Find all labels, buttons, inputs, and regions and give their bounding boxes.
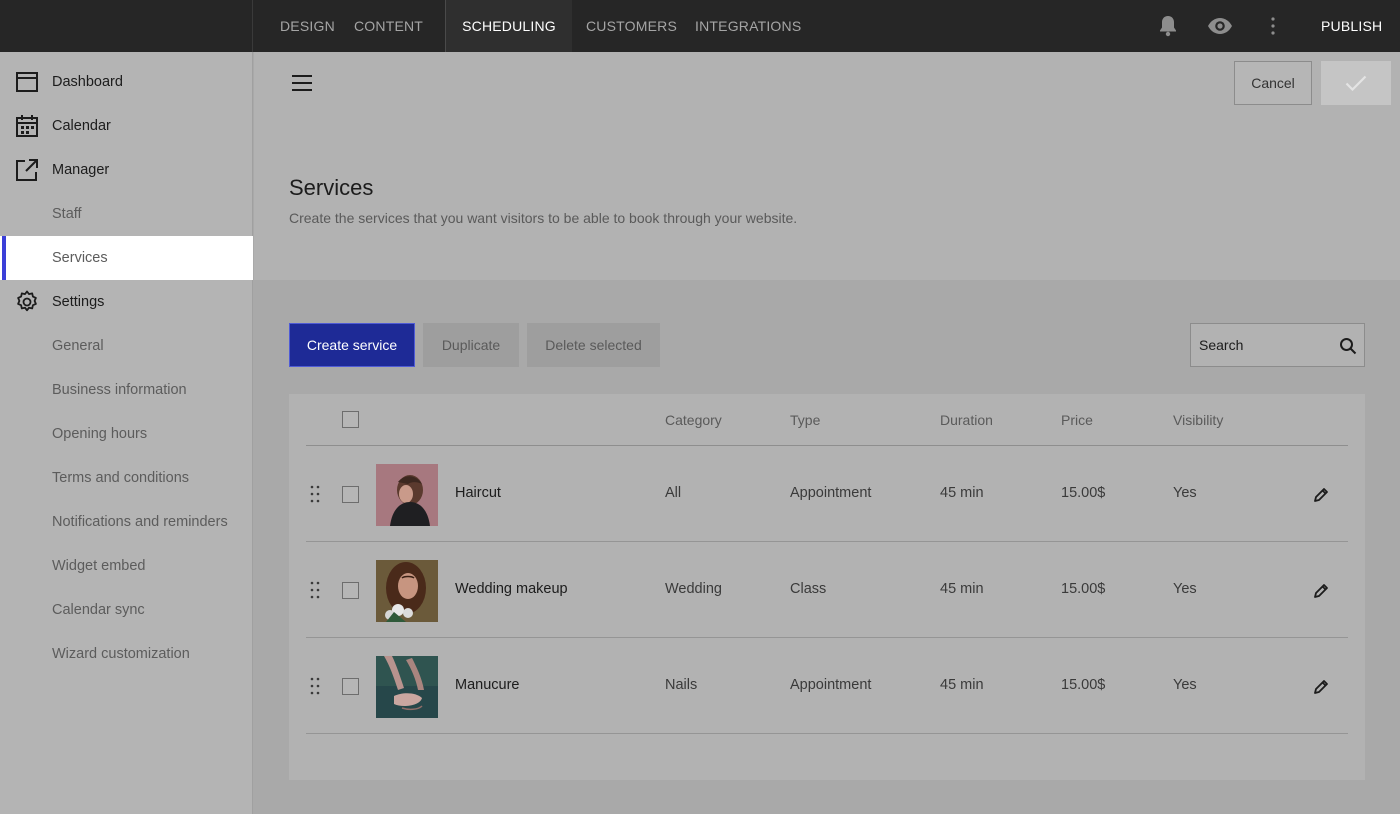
column-header-duration[interactable]: Duration (940, 412, 993, 428)
tab-content[interactable]: CONTENT (354, 0, 423, 52)
sidebar-item-label: Manager (52, 162, 110, 178)
service-name: Manucure (455, 677, 520, 693)
search-placeholder: Search (1199, 337, 1244, 353)
tab-customers[interactable]: CUSTOMERS (586, 0, 677, 52)
service-name: Haircut (455, 485, 501, 501)
menu-icon[interactable] (292, 75, 312, 91)
create-service-button[interactable]: Create service (289, 323, 415, 367)
table-row[interactable]: Wedding makeup Wedding Class 45 min 15.0… (306, 542, 1348, 638)
service-category: Wedding (665, 581, 722, 597)
row-checkbox[interactable] (342, 582, 359, 599)
sidebar-item-label: Settings (52, 294, 105, 310)
sidebar-item-services[interactable]: Services (0, 236, 253, 280)
external-link-icon (15, 158, 39, 182)
service-visibility: Yes (1173, 677, 1197, 693)
search-icon[interactable] (1339, 337, 1357, 355)
service-category: All (665, 485, 682, 501)
page-header: Cancel Services Create the services that… (254, 52, 1400, 280)
duplicate-button[interactable]: Duplicate (423, 323, 519, 367)
calendar-icon (15, 114, 39, 138)
service-price: 15.00$ (1061, 485, 1106, 501)
service-thumbnail (376, 464, 438, 526)
sidebar-item-staff[interactable]: Staff (0, 192, 253, 236)
sidebar-item-label: Business information (52, 382, 187, 398)
page-title: Services (289, 175, 374, 200)
service-type: Class (790, 581, 827, 597)
column-header-type[interactable]: Type (790, 412, 820, 428)
sidebar-item-dashboard[interactable]: Dashboard (0, 60, 253, 104)
column-header-category[interactable]: Category (665, 412, 722, 428)
sidebar-item-label: Opening hours (52, 426, 148, 442)
sidebar-item-label: Notifications and reminders (52, 514, 228, 530)
service-duration: 45 min (940, 485, 984, 501)
row-checkbox[interactable] (342, 486, 359, 503)
drag-handle-icon[interactable] (310, 485, 320, 503)
gear-icon (15, 290, 39, 314)
service-thumbnail (376, 656, 438, 718)
sidebar: Dashboard Calendar Manager Staff Service… (0, 52, 253, 814)
tab-integrations[interactable]: INTEGRATIONS (695, 0, 801, 52)
sidebar-item-terms[interactable]: Terms and conditions (0, 456, 253, 500)
checkmark-icon (1345, 75, 1367, 91)
services-table: Category Type Duration Price Visibility … (289, 394, 1365, 780)
drag-handle-icon[interactable] (310, 677, 320, 695)
sidebar-item-manager[interactable]: Manager (0, 148, 253, 192)
eye-icon[interactable] (1206, 12, 1234, 40)
drag-handle-icon[interactable] (310, 581, 320, 599)
service-price: 15.00$ (1061, 677, 1106, 693)
service-duration: 45 min (940, 581, 984, 597)
delete-selected-button[interactable]: Delete selected (527, 323, 660, 367)
sidebar-item-calendar[interactable]: Calendar (0, 104, 253, 148)
edit-pencil-icon[interactable] (1312, 582, 1330, 600)
main-content: Create service Duplicate Delete selected… (254, 280, 1400, 814)
publish-button[interactable]: PUBLISH (1321, 0, 1382, 52)
confirm-button[interactable] (1321, 61, 1391, 105)
sidebar-item-settings[interactable]: Settings (0, 280, 253, 324)
service-type: Appointment (790, 485, 872, 501)
column-header-price[interactable]: Price (1061, 412, 1093, 428)
sidebar-item-notifications[interactable]: Notifications and reminders (0, 500, 253, 544)
service-thumbnail (376, 560, 438, 622)
table-row[interactable]: Haircut All Appointment 45 min 15.00$ Ye… (306, 446, 1348, 542)
page-subtitle: Create the services that you want visito… (289, 210, 798, 226)
service-price: 15.00$ (1061, 581, 1106, 597)
tab-design[interactable]: DESIGN (280, 0, 335, 52)
more-vertical-icon[interactable] (1259, 12, 1287, 40)
sidebar-item-label: Calendar (52, 118, 111, 134)
search-input[interactable]: Search (1190, 323, 1365, 367)
sidebar-item-general[interactable]: General (0, 324, 253, 368)
sidebar-item-label: Calendar sync (52, 602, 145, 618)
sidebar-item-label: Terms and conditions (52, 470, 190, 486)
sidebar-item-label: Dashboard (52, 74, 123, 90)
service-visibility: Yes (1173, 581, 1197, 597)
sidebar-item-wizard-customization[interactable]: Wizard customization (0, 632, 253, 676)
sidebar-item-widget-embed[interactable]: Widget embed (0, 544, 253, 588)
service-duration: 45 min (940, 677, 984, 693)
edit-pencil-icon[interactable] (1312, 486, 1330, 504)
sidebar-item-label: Staff (52, 206, 82, 222)
top-navigation-bar: DESIGN CONTENT SCHEDULING CUSTOMERS INTE… (0, 0, 1400, 52)
sidebar-item-label: General (52, 338, 104, 354)
logo-area (0, 0, 253, 52)
sidebar-item-business-information[interactable]: Business information (0, 368, 253, 412)
dashboard-icon (15, 70, 39, 94)
bell-icon[interactable] (1154, 12, 1182, 40)
table-header: Category Type Duration Price Visibility (306, 394, 1348, 446)
tab-scheduling[interactable]: SCHEDULING (446, 0, 572, 52)
select-all-checkbox[interactable] (342, 411, 359, 428)
cancel-button[interactable]: Cancel (1234, 61, 1312, 105)
table-row[interactable]: Manucure Nails Appointment 45 min 15.00$… (306, 638, 1348, 734)
row-checkbox[interactable] (342, 678, 359, 695)
service-type: Appointment (790, 677, 872, 693)
sidebar-item-label: Services (52, 250, 108, 266)
sidebar-item-label: Wizard customization (52, 646, 190, 662)
sidebar-item-opening-hours[interactable]: Opening hours (0, 412, 253, 456)
service-name: Wedding makeup (455, 581, 568, 597)
column-header-visibility[interactable]: Visibility (1173, 412, 1223, 428)
sidebar-item-label: Widget embed (52, 558, 146, 574)
edit-pencil-icon[interactable] (1312, 678, 1330, 696)
sidebar-item-calendar-sync[interactable]: Calendar sync (0, 588, 253, 632)
service-visibility: Yes (1173, 485, 1197, 501)
service-category: Nails (665, 677, 698, 693)
